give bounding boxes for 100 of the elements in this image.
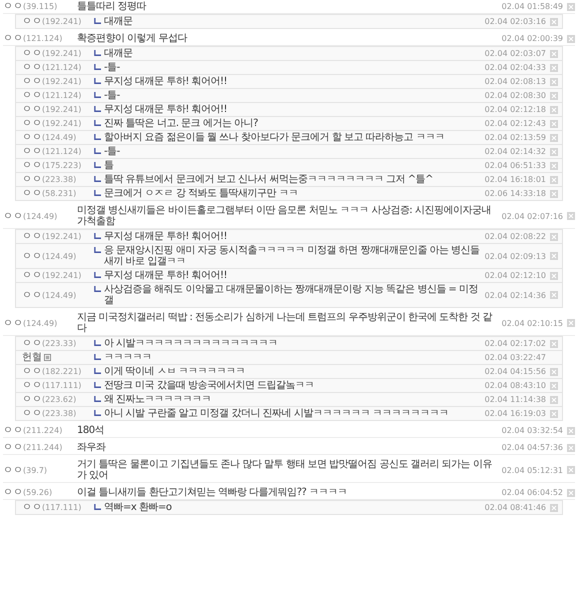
comment-text: 거기 틀딱은 물론이고 기집년들도 존나 많다 말투 행태 보면 밥맛떨어짐 공신도 갤러리 되가는 이유가 있어 — [77, 459, 493, 481]
ip-address: (124.49) — [42, 290, 76, 300]
author-name: ㅇㅇ — [3, 210, 23, 222]
close-icon[interactable] — [567, 466, 575, 474]
comment-text: 대깨문 — [104, 16, 132, 27]
close-icon[interactable] — [550, 340, 558, 348]
comment-time: 02.04 03:22:47 — [484, 352, 546, 363]
ip-address: (192.241) — [42, 270, 82, 281]
comment-time: 02.04 06:04:52 — [502, 487, 563, 498]
author-name: ㅇㅇ — [22, 366, 42, 377]
author-name: ㅇㅇ — [22, 160, 42, 171]
close-icon[interactable] — [567, 34, 575, 42]
close-icon[interactable] — [567, 426, 575, 434]
author-name: ㅇㅇ — [22, 250, 42, 262]
comment-time: 02.04 02:17:02 — [484, 338, 546, 349]
author-name: 헌혈 — [22, 352, 42, 363]
comment-text: 진짜 틀딱은 너고. 문크 에거는 아니? — [104, 118, 258, 129]
author-name: ㅇㅇ — [3, 442, 23, 453]
ip-address: (39.7) — [23, 464, 48, 476]
ip-address: (121.124) — [42, 90, 82, 101]
ip-address: (192.241) — [42, 104, 82, 115]
close-icon[interactable] — [567, 319, 575, 327]
author-name: ㅇㅇ — [22, 76, 42, 87]
close-icon[interactable] — [550, 252, 558, 260]
author-name: ㅇㅇ — [22, 48, 42, 59]
ip-address: (121.124) — [42, 62, 82, 73]
ip-address: (223.62) — [42, 394, 76, 405]
close-icon[interactable] — [550, 190, 558, 198]
close-icon[interactable] — [550, 291, 558, 299]
comment-text: -틀- — [104, 62, 120, 73]
ip-address: (175.223) — [42, 160, 82, 171]
close-icon[interactable] — [550, 232, 558, 240]
close-icon[interactable] — [550, 162, 558, 170]
close-icon[interactable] — [550, 92, 558, 100]
author-name: ㅇㅇ — [3, 487, 23, 498]
comment-time: 02.04 02:14:32 — [484, 146, 546, 157]
comment-time: 02.04 02:12:43 — [484, 118, 546, 129]
author-name: ㅇㅇ — [22, 118, 42, 129]
close-icon[interactable] — [550, 78, 558, 86]
comment-text: 할아버지 요즘 젊은이들 뭘 쓰나 찾아보다가 문크에거 할 보고 따라하능고 ㅋㅋㅋ — [104, 132, 444, 143]
close-icon[interactable] — [567, 444, 575, 452]
close-icon[interactable] — [550, 64, 558, 72]
close-icon[interactable] — [550, 120, 558, 128]
ip-address: (117.111) — [42, 380, 82, 391]
comment-text: 사상검증을 해줘도 이악물고 대깨문몰이하는 짱깨대깨문이랑 지능 똑같은 병신들 = 미정갤 — [104, 284, 479, 306]
close-icon[interactable] — [550, 148, 558, 156]
comment-text: 좌우좌 — [77, 442, 106, 453]
close-icon[interactable] — [550, 368, 558, 376]
ip-address: (59.26) — [23, 487, 52, 498]
comment-time: 02.04 02:14:36 — [484, 290, 546, 300]
close-icon[interactable] — [550, 134, 558, 142]
close-icon[interactable] — [550, 396, 558, 404]
comment-text: 대깨문 — [104, 48, 132, 59]
close-icon[interactable] — [550, 272, 558, 280]
close-icon[interactable] — [550, 50, 558, 58]
comment-text: 확증편향이 이렇게 무섭다 — [77, 33, 187, 44]
comment-time: 02.04 11:14:38 — [484, 394, 546, 405]
comment-time: 02.04 08:41:46 — [484, 502, 546, 513]
comment-text: 틀틀따리 정평따 — [77, 1, 146, 12]
author-name: ㅇㅇ — [22, 62, 42, 73]
ip-address: (223.33) — [42, 338, 76, 349]
close-icon[interactable] — [567, 2, 575, 10]
close-icon[interactable] — [550, 176, 558, 184]
ip-address: (223.38) — [42, 408, 76, 419]
ip-address: (211.224) — [23, 425, 62, 436]
close-icon[interactable] — [567, 212, 575, 220]
comment-time: 02.04 02:08:13 — [484, 76, 546, 87]
comment-time: 02.04 06:51:33 — [484, 160, 546, 171]
author-name: ㅇㅇ — [22, 90, 42, 101]
close-icon[interactable] — [567, 488, 575, 496]
ip-address: (211.244) — [23, 442, 62, 453]
comment-time: 02.04 03:32:54 — [502, 425, 563, 436]
close-icon[interactable] — [550, 410, 558, 418]
comment-time: 02.04 02:04:33 — [484, 62, 546, 73]
ip-address: (124.49) — [23, 318, 58, 328]
author-name: ㅇㅇ — [22, 174, 42, 185]
author-name: ㅇㅇ — [22, 394, 42, 405]
author-name: ㅇㅇ — [22, 408, 42, 419]
ip-address: (121.124) — [23, 33, 62, 44]
comment-text: 무지성 대깨문 투하! 훠어어!! — [104, 270, 228, 281]
close-icon[interactable] — [550, 382, 558, 390]
comment-text: 역빠=x 환빠=o — [104, 502, 172, 513]
comment-time: 02.04 02:07:16 — [502, 210, 563, 222]
comment-time: 02.04 02:08:30 — [484, 90, 546, 101]
author-name: ㅇㅇ — [22, 270, 42, 281]
author-name: ㅇㅇ — [22, 132, 42, 143]
close-icon[interactable] — [550, 106, 558, 114]
author-name: ㅇㅇ — [22, 290, 42, 300]
comment-text: 이걸 틀니새끼들 환단고기쳐믿는 역빠랑 다를게뭐임?? ㅋㅋㅋㅋ — [77, 487, 348, 498]
close-icon[interactable] — [550, 504, 558, 512]
comment-text: 틀 — [104, 160, 114, 171]
author-name: ㅇㅇ — [3, 464, 23, 476]
ip-address: (124.49) — [42, 250, 76, 262]
author-name: ㅇㅇ — [3, 1, 23, 12]
comment-text: 미정갤 병신새끼들은 바이든홀로그램부터 이딴 음모론 처믿노 ㅋㅋㅋ 사상검증: 시진핑에이자궁내가척출함 — [77, 205, 492, 227]
close-icon[interactable] — [550, 18, 558, 26]
comment-text: 왜 진짜노ㅋㅋㅋㅋㅋㅋㅋ — [104, 394, 212, 405]
ip-address: (192.241) — [42, 48, 82, 59]
comment-text: ㅋㅋㅋㅋㅋ — [104, 352, 152, 363]
comment-time: 02.04 02:10:15 — [502, 318, 563, 328]
